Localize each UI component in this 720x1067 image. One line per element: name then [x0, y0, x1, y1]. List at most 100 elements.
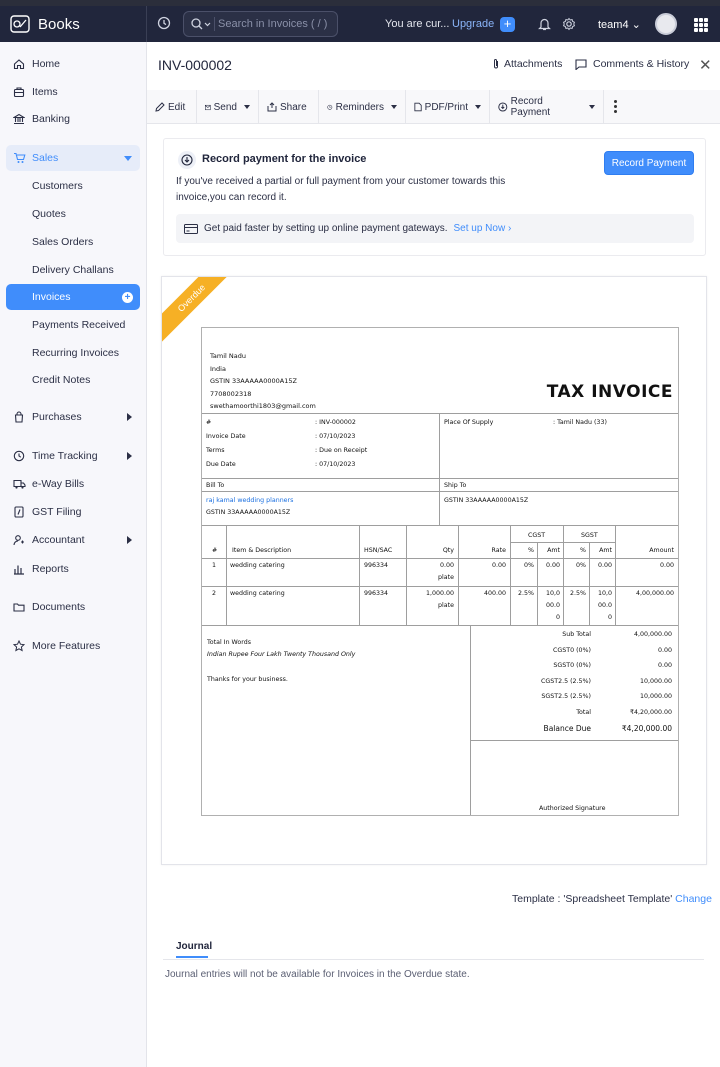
row2-sgst-amt: 10,0 [597, 590, 612, 597]
total-in-words-label: Total In Words [207, 639, 252, 646]
sidebar-item-sales-orders[interactable]: Sales Orders [6, 229, 140, 255]
add-invoice-icon[interactable]: + [122, 292, 133, 303]
bell-icon[interactable] [538, 17, 551, 31]
recent-history-icon[interactable] [157, 16, 171, 30]
caret-down-icon [475, 105, 481, 109]
place-of-supply-label: Place Of Supply [444, 419, 494, 426]
close-icon[interactable]: ✕ [699, 56, 712, 74]
comments-history-button[interactable]: Comments & History [575, 58, 689, 70]
row2-sgst-pct: 2.5% [570, 590, 586, 597]
org-address-line: India [210, 365, 226, 373]
sidebar-item-documents[interactable]: Documents [6, 594, 140, 620]
totals-label: SGST2.5 (2.5%) [541, 693, 591, 700]
sidebar-item-sales[interactable]: Sales [6, 145, 140, 171]
sidebar-label-reports: Reports [32, 563, 69, 575]
share-label: Share [280, 101, 307, 113]
record-payment-button[interactable]: Record Payment [604, 151, 694, 175]
sidebar-item-delivery-challans[interactable]: Delivery Challans [6, 257, 140, 283]
setup-now-link[interactable]: Set up Now › [453, 223, 511, 234]
sidebar-label-gst-filing: GST Filing [32, 506, 82, 518]
caret-down-icon [589, 105, 595, 109]
sidebar-item-invoices[interactable]: Invoices + [6, 284, 140, 310]
share-button[interactable]: Share [259, 90, 319, 124]
more-options-icon[interactable] [614, 100, 618, 115]
row2-cgst-amt: 00.0 [545, 602, 560, 609]
sidebar-item-purchases[interactable]: Purchases [6, 404, 140, 430]
row1-num: 1 [212, 562, 217, 569]
sidebar-item-time-tracking[interactable]: Time Tracking [6, 443, 140, 469]
gear-icon[interactable] [562, 17, 576, 31]
place-of-supply-value: : Tamil Nadu (33) [553, 419, 607, 426]
balance-due-value: ₹4,20,000.00 [621, 724, 672, 733]
search-input[interactable] [218, 15, 333, 33]
sidebar-item-quotes[interactable]: Quotes [6, 201, 140, 227]
search-box[interactable] [183, 11, 338, 37]
pdf-print-button[interactable]: PDF/Print [406, 90, 490, 124]
org-address-line: Tamil Nadu [210, 352, 246, 360]
meta-value: : INV-000002 [315, 419, 356, 426]
truck-icon [8, 478, 30, 490]
sidebar-item-customers[interactable]: Customers [6, 173, 140, 199]
topbar-divider [146, 6, 147, 42]
row1-amount: 0.00 [659, 562, 674, 569]
home-icon [8, 58, 30, 70]
invoice-preview: Overdue team4 Tamil Nadu India GSTIN 33A… [161, 276, 707, 865]
paperclip-icon [494, 59, 498, 69]
row2-qty: 1,000.00 [425, 590, 454, 597]
record-payment-menu-button[interactable]: Record Payment [490, 90, 604, 124]
pdf-icon [414, 102, 422, 112]
sidebar-item-credit-notes[interactable]: Credit Notes [6, 367, 140, 393]
bill-to-label: Bill To [206, 482, 225, 489]
trial-notice[interactable]: You are cur... [385, 18, 449, 30]
meta-value: : 07/10/2023 [315, 433, 356, 440]
apps-grid-icon[interactable] [694, 18, 708, 32]
sidebar-item-reports[interactable]: Reports [6, 556, 140, 582]
row1-item: wedding catering [230, 562, 285, 569]
row1-hsn: 996334 [364, 562, 389, 569]
sidebar-item-more-features[interactable]: More Features [6, 633, 140, 659]
edit-button[interactable]: Edit [147, 90, 197, 124]
totals-value: 0.00 [657, 647, 672, 654]
sidebar-item-home[interactable]: Home [6, 51, 140, 77]
quick-create-button[interactable]: + [500, 17, 515, 32]
sidebar-item-accountant[interactable]: Accountant [6, 527, 140, 553]
sidebar-label-eway-bills: e-Way Bills [32, 478, 85, 490]
ship-to-label: Ship To [444, 482, 467, 489]
payment-card-description: If you've received a partial or full pay… [176, 176, 506, 203]
sidebar-item-eway-bills[interactable]: e-Way Bills [6, 471, 140, 497]
credit-card-icon [184, 223, 198, 234]
sidebar-item-recurring-invoices[interactable]: Recurring Invoices [6, 340, 140, 366]
attachments-button[interactable]: Attachments [492, 58, 562, 70]
sidebar-label-documents: Documents [32, 601, 86, 613]
shopping-bag-icon [8, 411, 30, 423]
bar-chart-icon [8, 563, 30, 575]
tab-journal[interactable]: Journal [176, 941, 212, 952]
pencil-icon [155, 102, 165, 112]
col-item: Item & Description [232, 547, 292, 554]
sidebar-item-gst-filing[interactable]: GST Filing [6, 499, 140, 525]
reminders-button[interactable]: Reminders [319, 90, 406, 124]
col-cgst: CGST [528, 532, 546, 539]
col-sgst-pct: % [580, 547, 586, 554]
upgrade-link[interactable]: Upgrade [452, 18, 494, 30]
brand[interactable]: Books [10, 15, 80, 33]
chevron-right-icon [127, 413, 132, 421]
template-label: Template : 'Spreadsheet Template' [512, 893, 673, 905]
row1-rate: 0.00 [491, 562, 506, 569]
sidebar-item-items[interactable]: Items [6, 79, 140, 105]
row1-cgst-pct: 0% [524, 562, 534, 569]
folder-icon [8, 601, 30, 613]
sidebar-label-purchases: Purchases [32, 411, 82, 423]
search-icon[interactable] [190, 17, 212, 31]
change-template-link[interactable]: Change [675, 893, 712, 905]
meta-label: # [206, 419, 212, 426]
sidebar-item-banking[interactable]: Banking [6, 106, 140, 132]
org-switcher[interactable]: team4 ⌄ [598, 18, 641, 31]
totals-label: CGST0 (0%) [552, 647, 591, 654]
sidebar-item-payments-received[interactable]: Payments Received [6, 312, 140, 338]
col-sgst: SGST [581, 532, 598, 539]
send-button[interactable]: Send [197, 90, 259, 124]
customer-name-link[interactable]: raj kamal wedding planners [206, 497, 293, 504]
avatar[interactable] [655, 13, 677, 35]
pdf-print-label: PDF/Print [424, 101, 468, 113]
